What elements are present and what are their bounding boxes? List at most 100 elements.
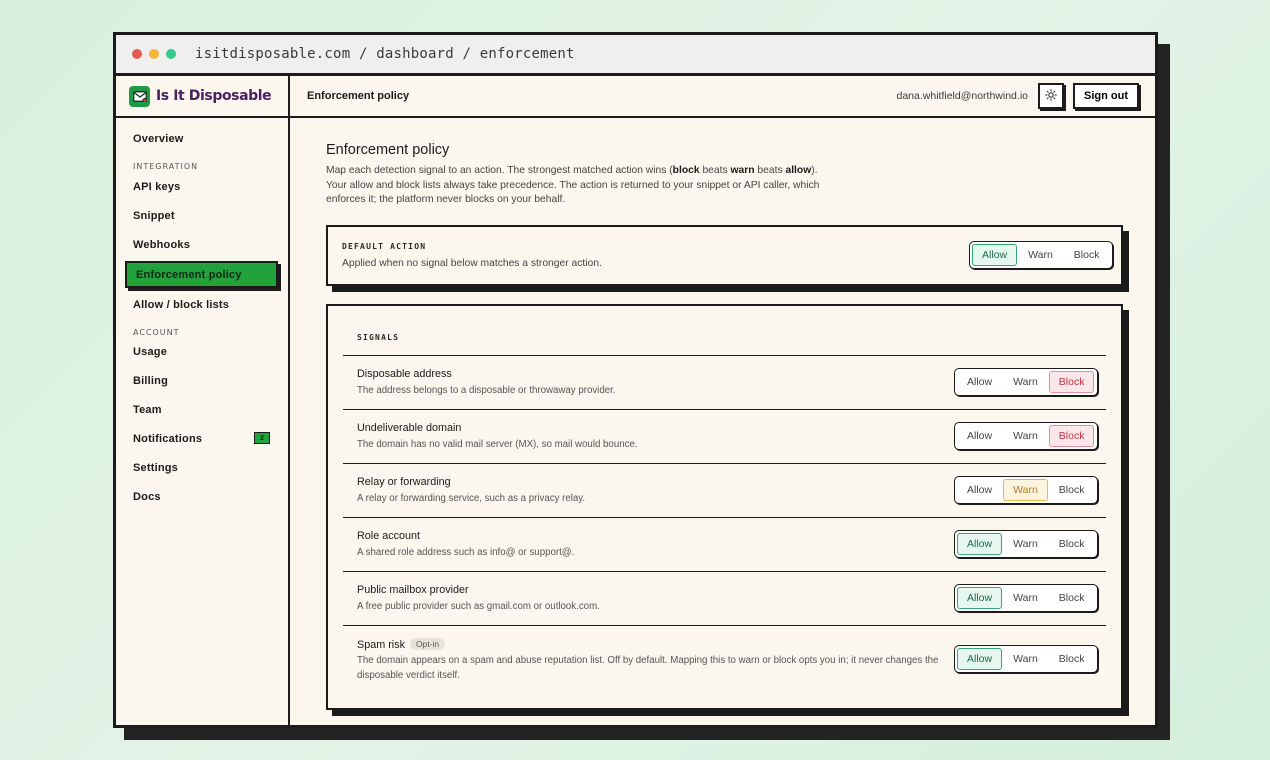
warn-option[interactable]: Warn [1003,425,1048,447]
brand[interactable]: Is It Disposable [116,76,290,116]
warn-option[interactable]: Warn [1003,648,1048,670]
sign-out-button[interactable]: Sign out [1073,83,1139,109]
browser-window: isitdisposable.com / dashboard / enforce… [113,32,1158,728]
block-option[interactable]: Block [1049,479,1095,501]
desc-block-word: block [672,165,700,176]
signal-title-text: Role account [357,530,421,542]
sidebar-item-webhooks[interactable]: Webhooks [133,239,190,251]
warn-option[interactable]: Warn [1003,479,1048,501]
sidebar-item-docs[interactable]: Docs [133,491,161,503]
theme-toggle-button[interactable] [1038,83,1064,109]
allow-option[interactable]: Allow [957,533,1003,555]
user-email: dana.whitfield@northwind.io [896,90,1029,102]
default-action-card: DEFAULT ACTION Applied when no signal be… [326,225,1123,286]
sidebar-item-snippet[interactable]: Snippet [133,210,175,222]
signal-title: Undeliverable domain [357,422,461,434]
allow-option[interactable]: Allow [972,244,1018,266]
signal-title-text: Disposable address [357,368,452,380]
allow-option[interactable]: Allow [957,425,1002,447]
app-shell: Is It Disposable Enforcement policy dana… [116,76,1155,725]
sidebar-item-notifications[interactable]: Notifications [133,433,202,445]
desc-warn-word: warn [730,165,755,176]
signal-title: Spam risk Opt-in [357,638,446,651]
sidebar-section-account: ACCOUNT [133,328,180,337]
sidebar-item-enforcement-policy[interactable]: Enforcement policy [125,261,278,288]
signal-action-selector: Allow Warn Block [954,530,1099,558]
default-action-label: DEFAULT ACTION [342,242,427,251]
allow-option[interactable]: Allow [957,479,1002,501]
sidebar-item-team[interactable]: Team [133,404,162,416]
sidebar-item-api-keys[interactable]: API keys [133,181,180,193]
sidebar: Overview INTEGRATION API keys Snippet We… [116,118,290,725]
warn-option[interactable]: Warn [1003,533,1048,555]
allow-option[interactable]: Allow [957,648,1003,670]
signal-description: The address belongs to a disposable or t… [357,385,616,396]
warn-option[interactable]: Warn [1018,244,1063,266]
top-bar: Is It Disposable Enforcement policy dana… [116,76,1155,118]
block-option[interactable]: Block [1049,587,1095,609]
block-option[interactable]: Block [1049,648,1095,670]
notifications-count-badge: 2 [254,432,270,444]
allow-option[interactable]: Allow [957,587,1003,609]
sidebar-item-billing[interactable]: Billing [133,375,168,387]
warn-option[interactable]: Warn [1003,587,1048,609]
signal-title: Disposable address [357,368,452,380]
sidebar-item-allow-block-lists[interactable]: Allow / block lists [133,299,229,311]
default-action-selector: Allow Warn Block [969,241,1114,269]
main-content: Enforcement policy Map each detection si… [292,118,1155,725]
opt-in-badge: Opt-in [410,638,446,650]
desc-allow-word: allow [785,165,812,176]
signals-label: SIGNALS [357,333,400,342]
block-option[interactable]: Block [1048,371,1095,393]
desc-text-1: Map each detection signal to an action. … [326,165,673,176]
signal-row: Disposable address The address belongs to… [343,355,1106,409]
block-option[interactable]: Block [1064,244,1110,266]
desc-text-3: beats [754,165,786,176]
default-action-description: Applied when no signal below matches a s… [342,258,602,269]
signal-description: A free public provider such as gmail.com… [357,601,600,612]
block-option[interactable]: Block [1049,533,1095,555]
brand-name: Is It Disposable [156,88,272,104]
signal-title-text: Relay or forwarding [357,476,451,488]
signal-action-selector: Allow Warn Block [954,645,1099,673]
main-heading: Enforcement policy [326,142,450,158]
address-bar[interactable]: isitdisposable.com / dashboard / enforce… [195,46,575,62]
signal-title-text: Undeliverable domain [357,422,462,434]
policy-description: Map each detection signal to an action. … [326,164,826,208]
signal-description: The domain has no valid mail server (MX)… [357,439,638,450]
maximize-window-dot[interactable] [166,49,176,59]
signal-row: Role account A shared role address such a… [343,517,1106,571]
browser-titlebar: isitdisposable.com / dashboard / enforce… [116,35,1155,76]
signal-title-text: Public mailbox provider [357,584,469,596]
signal-action-selector: Allow Warn Block [954,584,1099,612]
signal-title: Public mailbox provider [357,584,469,596]
close-window-dot[interactable] [132,49,142,59]
signal-description: The domain appears on a spam and abuse r… [357,655,939,681]
signal-title: Role account [357,530,420,542]
signal-action-selector: Allow Warn Block [954,476,1099,504]
sidebar-item-usage[interactable]: Usage [133,346,167,358]
desc-text-2: beats [699,165,731,176]
minimize-window-dot[interactable] [149,49,159,59]
sidebar-item-settings[interactable]: Settings [133,462,178,474]
user-controls: dana.whitfield@northwind.io Sign out [896,76,1139,116]
signal-action-selector: Allow Warn Block [954,368,1099,396]
signal-title: Relay or forwarding [357,476,451,488]
sidebar-item-overview[interactable]: Overview [133,133,184,145]
sun-icon [1045,88,1057,104]
signal-row: Spam risk Opt-in The domain appears on a s… [343,625,1106,693]
block-option[interactable]: Block [1048,425,1095,447]
signal-description: A shared role address such as info@ or s… [357,547,575,558]
signal-action-selector: Allow Warn Block [954,422,1099,450]
mail-logo-icon [129,85,150,107]
signal-title-text: Spam risk [357,639,405,651]
signals-card: SIGNALS Disposable address The address be… [326,304,1123,710]
signal-row: Relay or forwarding A relay or forwarding… [343,463,1106,517]
allow-option[interactable]: Allow [957,371,1002,393]
sidebar-section-integration: INTEGRATION [133,162,199,171]
signal-description: A relay or forwarding service, such as a… [357,493,586,504]
page-title: Enforcement policy [307,90,410,102]
signal-row: Undeliverable domain The domain has no va… [343,409,1106,463]
warn-option[interactable]: Warn [1003,371,1048,393]
signal-row: Public mailbox provider A free public pro… [343,571,1106,625]
